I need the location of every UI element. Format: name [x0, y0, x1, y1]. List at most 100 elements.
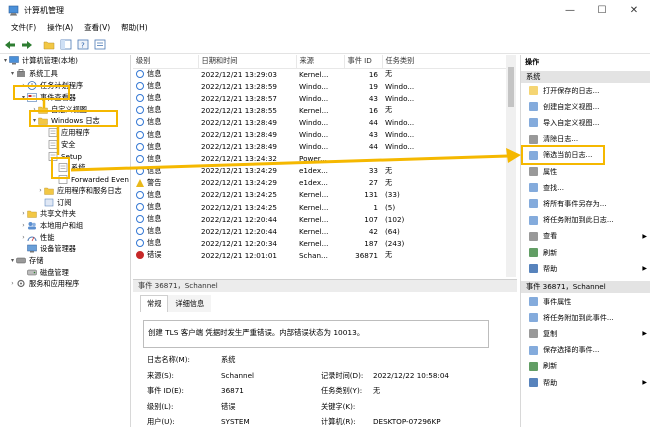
cell-task-category: 无: [385, 250, 393, 260]
cell-event-id: 19: [368, 81, 378, 91]
action-item[interactable]: 将所有事件另存为...: [529, 198, 649, 209]
menu-help[interactable]: 帮助(H): [121, 22, 148, 33]
event-detail-pane: 事件 36871，Schannel 常规 详细信息 创建 TLS 客户端 凭据时…: [133, 279, 517, 427]
disk-icon: [27, 268, 37, 277]
cell-datetime: 2022/12/21 12:01:01: [201, 250, 277, 260]
action-item[interactable]: 查找...: [529, 182, 649, 193]
info-icon: [136, 215, 144, 224]
tree-item-system-tools[interactable]: ▾ 系统工具: [9, 68, 58, 79]
action-item[interactable]: 将任务附加到此事件...: [529, 312, 649, 323]
menu-view[interactable]: 查看(V): [84, 22, 110, 33]
action-item[interactable]: 事件属性: [529, 296, 649, 307]
action-item[interactable]: 保存选择的事件...: [529, 345, 649, 356]
tab-details[interactable]: 详细信息: [168, 295, 212, 312]
table-row[interactable]: 信息 2022/12/21 13:24:29 e1dex... 33 无: [133, 165, 508, 177]
tree-item-local-users[interactable]: › 本地用户和组: [20, 220, 83, 231]
tree-item-subscriptions[interactable]: 订阅: [44, 197, 71, 208]
action-item[interactable]: 清除日志...: [529, 134, 649, 145]
level-text: 信息: [147, 153, 162, 163]
computer-management-window: 计算机管理 — ☐ ✕ 文件(F) 操作(A) 查看(V) 帮助(H) ? ▾ 计…: [0, 0, 650, 427]
maximize-button[interactable]: ☐: [586, 0, 618, 20]
info-icon: [136, 94, 144, 103]
table-row[interactable]: 信息 2022/12/21 13:28:57 Windo... 43 Windo...: [133, 92, 508, 104]
column-level[interactable]: 级别: [133, 55, 199, 69]
table-row[interactable]: 错误 2022/12/21 12:01:01 Schan... 36871 无: [133, 249, 508, 261]
title-bar: 计算机管理 — ☐ ✕: [0, 0, 650, 20]
tools-icon: [16, 69, 26, 78]
forward-arrow-icon[interactable]: [20, 38, 34, 52]
tree-item-disk-management[interactable]: 磁盘管理: [27, 267, 69, 278]
tree-item-application-log[interactable]: 应用程序: [48, 127, 90, 138]
column-source[interactable]: 来源: [296, 55, 345, 69]
table-row[interactable]: 信息 2022/12/21 13:24:25 Kernel... 131 (33): [133, 189, 508, 201]
tree-item-device-manager[interactable]: 设备管理器: [27, 243, 76, 254]
actions-pane: 操作 系统 打开保存的日志... 创建自定义视图... 导入自定义视图... 清除日志…: [520, 55, 650, 427]
action-item[interactable]: 导入自定义视图...: [529, 117, 649, 128]
tree-item-storage[interactable]: ▾ 存储: [9, 255, 43, 266]
action-item[interactable]: 刷新: [529, 247, 649, 258]
action-item[interactable]: 帮助 ▶: [529, 263, 649, 274]
table-row[interactable]: 警告 2022/12/21 13:24:29 e1dex... 27 无: [133, 177, 508, 189]
menu-action[interactable]: 操作(A): [47, 22, 73, 33]
table-row[interactable]: 信息 2022/12/21 12:20:44 Kernel... 107 (102): [133, 213, 508, 225]
scrollbar-thumb[interactable]: [508, 67, 514, 107]
minimize-button[interactable]: —: [554, 0, 586, 20]
tree-item-root[interactable]: ▾ 计算机管理(本地): [2, 55, 78, 66]
tree-item-performance[interactable]: › 性能: [20, 232, 54, 243]
tree-item-app-service-logs[interactable]: › 应用程序和服务日志: [37, 185, 122, 196]
cell-event-id: 44: [368, 142, 378, 152]
cell-level: 信息: [133, 225, 198, 237]
create-view-icon: [529, 102, 538, 112]
computer-icon: [9, 56, 19, 65]
cell-source: e1dex...: [299, 166, 328, 176]
list-scrollbar[interactable]: [506, 55, 516, 277]
back-arrow-icon[interactable]: [3, 38, 17, 52]
tree-item-shared-folders[interactable]: › 共享文件夹: [20, 208, 76, 219]
table-row[interactable]: 信息 2022/12/21 13:28:59 Windo... 19 Windo...: [133, 80, 508, 92]
actions-section-system[interactable]: 系统: [521, 71, 650, 83]
action-item[interactable]: 复制 ▶: [529, 328, 649, 339]
action-item[interactable]: 属性: [529, 166, 649, 177]
up-folder-icon[interactable]: [42, 38, 56, 52]
action-item[interactable]: 刷新: [529, 361, 649, 372]
tree-item-security-log[interactable]: 安全: [48, 139, 75, 150]
help-icon[interactable]: ?: [76, 38, 90, 52]
level-text: 信息: [147, 93, 162, 103]
menu-file[interactable]: 文件(F): [11, 22, 36, 33]
tab-general[interactable]: 常规: [140, 295, 169, 312]
action-item[interactable]: 创建自定义视图...: [529, 101, 649, 112]
table-row[interactable]: 信息 2022/12/21 13:28:49 Windo... 44 Windo...: [133, 141, 508, 153]
keywords-label: 关键字(K):: [321, 402, 356, 411]
column-event-id[interactable]: 事件 ID: [344, 55, 383, 69]
action-item[interactable]: 查看 ▶: [529, 231, 649, 242]
action-item[interactable]: 将任务附加到此日志...: [529, 215, 649, 226]
table-row[interactable]: 信息 2022/12/21 13:29:03 Kernel... 16 无: [133, 68, 508, 80]
column-datetime[interactable]: 日期和时间: [198, 55, 297, 69]
table-row[interactable]: 信息 2022/12/21 13:28:55 Kernel... 16 无: [133, 104, 508, 116]
close-button[interactable]: ✕: [618, 0, 650, 20]
cell-level: 信息: [133, 116, 198, 128]
properties-icon: [529, 167, 538, 176]
cell-level: 信息: [133, 104, 198, 116]
submenu-arrow-icon: ▶: [642, 265, 647, 273]
action-item[interactable]: 打开保存的日志...: [529, 85, 649, 96]
actions-section-event[interactable]: 事件 36871，Schannel: [521, 281, 650, 293]
table-row[interactable]: 信息 2022/12/21 13:24:25 Kernel... 1 (5): [133, 201, 508, 213]
properties-icon[interactable]: [93, 38, 107, 52]
cell-event-id: 131: [364, 190, 378, 200]
action-item[interactable]: 帮助 ▶: [529, 377, 649, 388]
table-row[interactable]: 信息 2022/12/21 12:20:44 Kernel... 42 (64): [133, 225, 508, 237]
show-hide-tree-icon[interactable]: [59, 38, 73, 52]
cell-source: Windo...: [299, 142, 329, 152]
table-row[interactable]: 信息 2022/12/21 13:24:32 Power...: [133, 153, 508, 165]
cell-event-id: 107: [364, 214, 378, 224]
event-list: 级别 日期和时间 来源 事件 ID 任务类别 信息 2022/12/21 13:2…: [133, 55, 518, 277]
attach-task-icon: [529, 215, 538, 225]
table-row[interactable]: 信息 2022/12/21 13:28:49 Windo... 44 Windo...: [133, 116, 508, 128]
level-label: 级别(L):: [147, 402, 174, 411]
tree-item-services-apps[interactable]: › 服务和应用程序: [9, 278, 79, 289]
column-task-category[interactable]: 任务类别: [382, 55, 509, 69]
table-row[interactable]: 信息 2022/12/21 13:28:49 Windo... 43 Windo...: [133, 128, 508, 140]
cell-level: 信息: [133, 141, 198, 153]
table-row[interactable]: 信息 2022/12/21 12:20:34 Kernel... 187 (243): [133, 237, 508, 249]
